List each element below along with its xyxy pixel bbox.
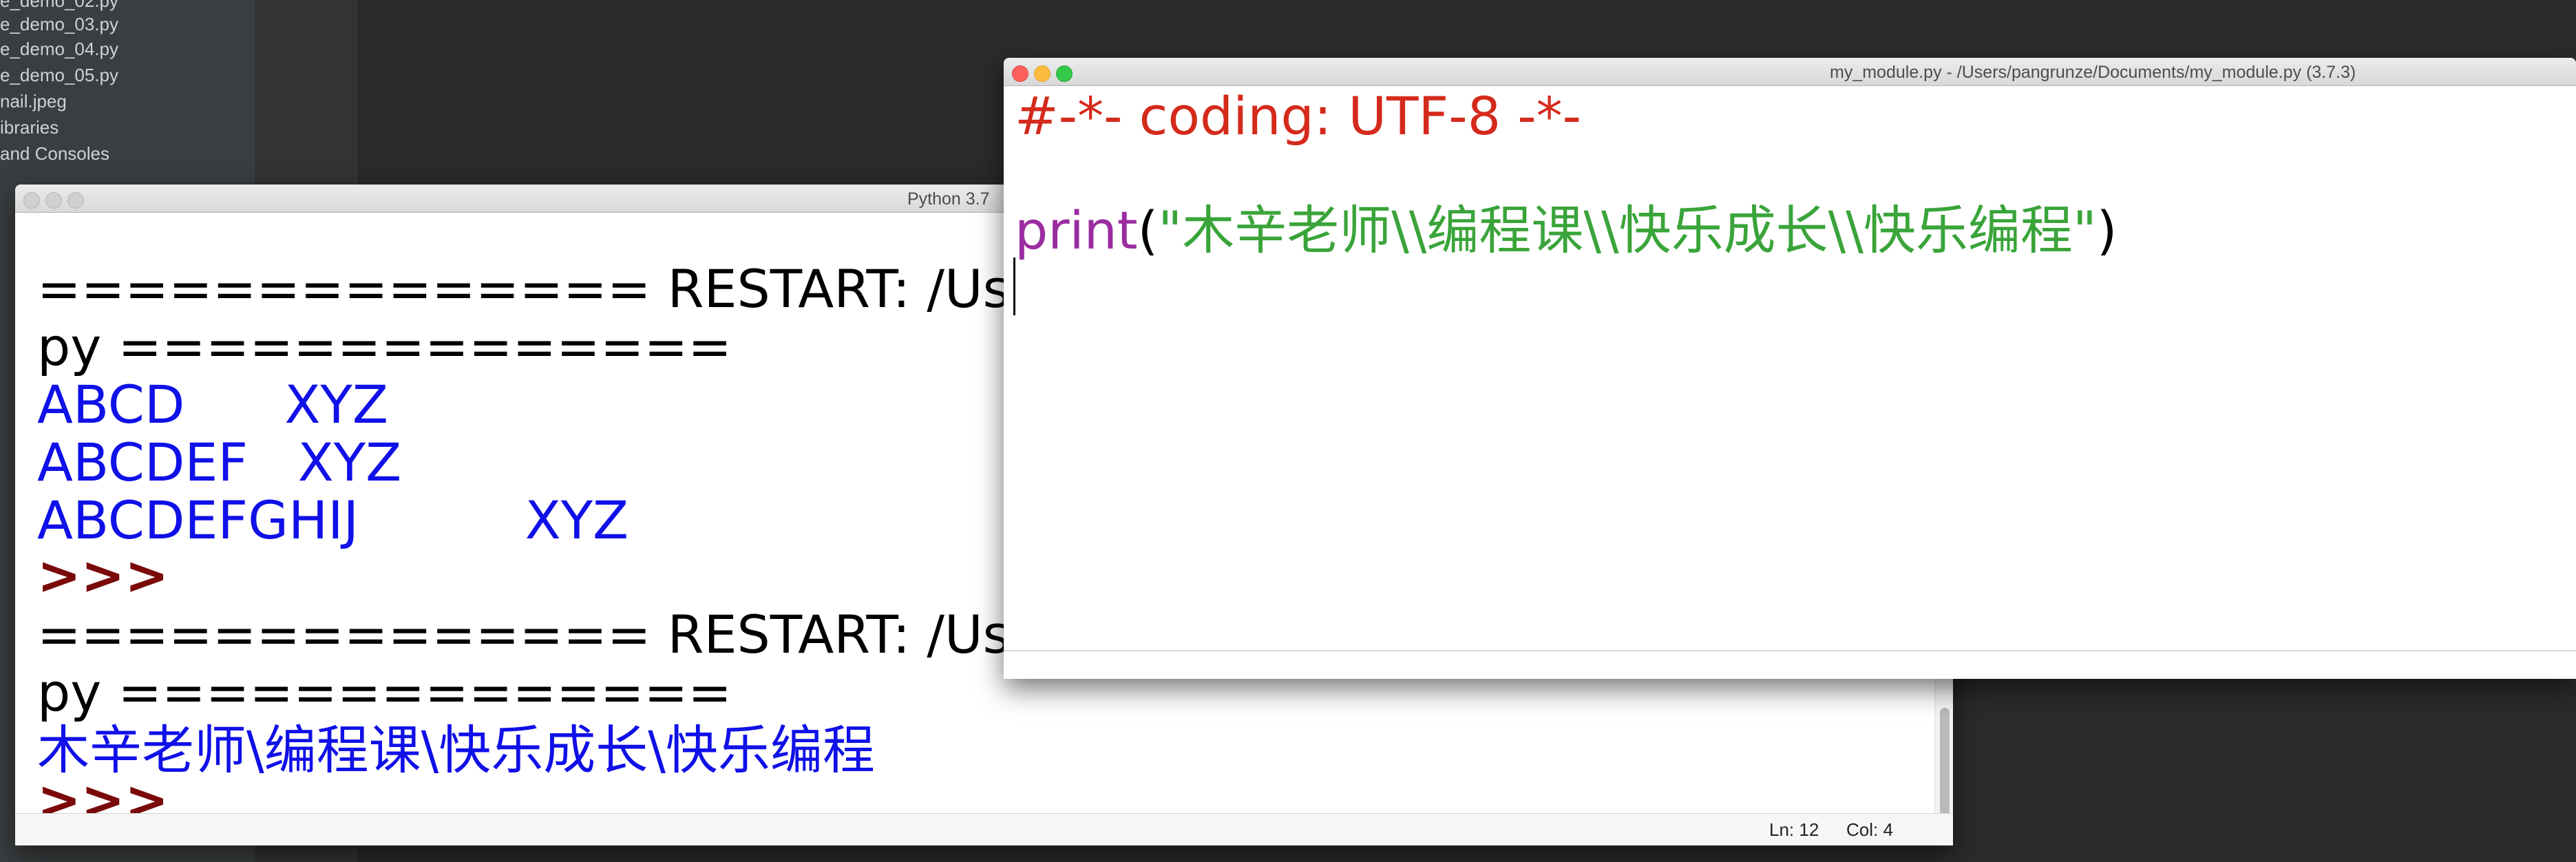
sidebar-file-item[interactable]: e_demo_04.py (0, 39, 118, 60)
sidebar-file-item[interactable]: e_demo_05.py (0, 65, 118, 86)
print-keyword: print (1015, 200, 1138, 261)
minimize-window-button[interactable] (1034, 65, 1051, 82)
editor-bottom-divider (1004, 650, 2576, 651)
editor-titlebar[interactable]: my_module.py - /Users/pangrunze/Document… (1004, 58, 2576, 86)
coding-comment: #-*- coding: UTF-8 -*- (1015, 85, 1582, 147)
close-paren: ) (2096, 200, 2118, 261)
module-editor-window[interactable]: my_module.py - /Users/pangrunze/Document… (1004, 58, 2576, 679)
sidebar-file-item[interactable]: e_demo_02.py (0, 0, 118, 12)
column-indicator: Col: 4 (1846, 819, 1893, 840)
sidebar-file-item[interactable]: e_demo_03.py (0, 14, 118, 35)
sidebar-file-item[interactable]: nail.jpeg (0, 91, 67, 112)
editor-window-title: my_module.py - /Users/pangrunze/Document… (1830, 63, 2356, 82)
shell-scrollbar-thumb[interactable] (1940, 708, 1950, 825)
print-statement: print("木辛老师\\编程课\\快乐成长\\快乐编程") (1015, 200, 2117, 262)
shell-restart-line: py ============== (37, 662, 732, 723)
shell-prompt[interactable]: >>> (37, 772, 169, 814)
zoom-window-button[interactable] (1056, 65, 1073, 82)
shell-output-line: ABCDEFGHIJ XYZ (37, 490, 629, 551)
close-window-button[interactable] (23, 192, 40, 209)
shell-restart-line: py ============== (37, 316, 732, 377)
open-paren: ( (1137, 200, 1159, 261)
close-window-button[interactable] (1012, 65, 1028, 82)
shell-prompt: >>> (37, 545, 169, 606)
text-cursor (1013, 257, 1015, 315)
sidebar-item-scratches-consoles[interactable]: and Consoles (0, 143, 109, 165)
shell-output-line: ABCDEF XYZ (37, 432, 402, 493)
line-indicator: Ln: 12 (1769, 819, 1819, 840)
minimize-window-button[interactable] (45, 192, 62, 209)
shell-window-title: Python 3.7 (907, 189, 990, 209)
shell-statusbar: Ln: 12 Col: 4 (15, 813, 1953, 845)
shell-output-line: ABCD XYZ (37, 374, 388, 435)
string-literal: "木辛老师\\编程课\\快乐成长\\快乐编程" (1158, 200, 2097, 261)
sidebar-item-external-libraries[interactable]: ibraries (0, 117, 59, 138)
zoom-window-button[interactable] (67, 192, 84, 209)
